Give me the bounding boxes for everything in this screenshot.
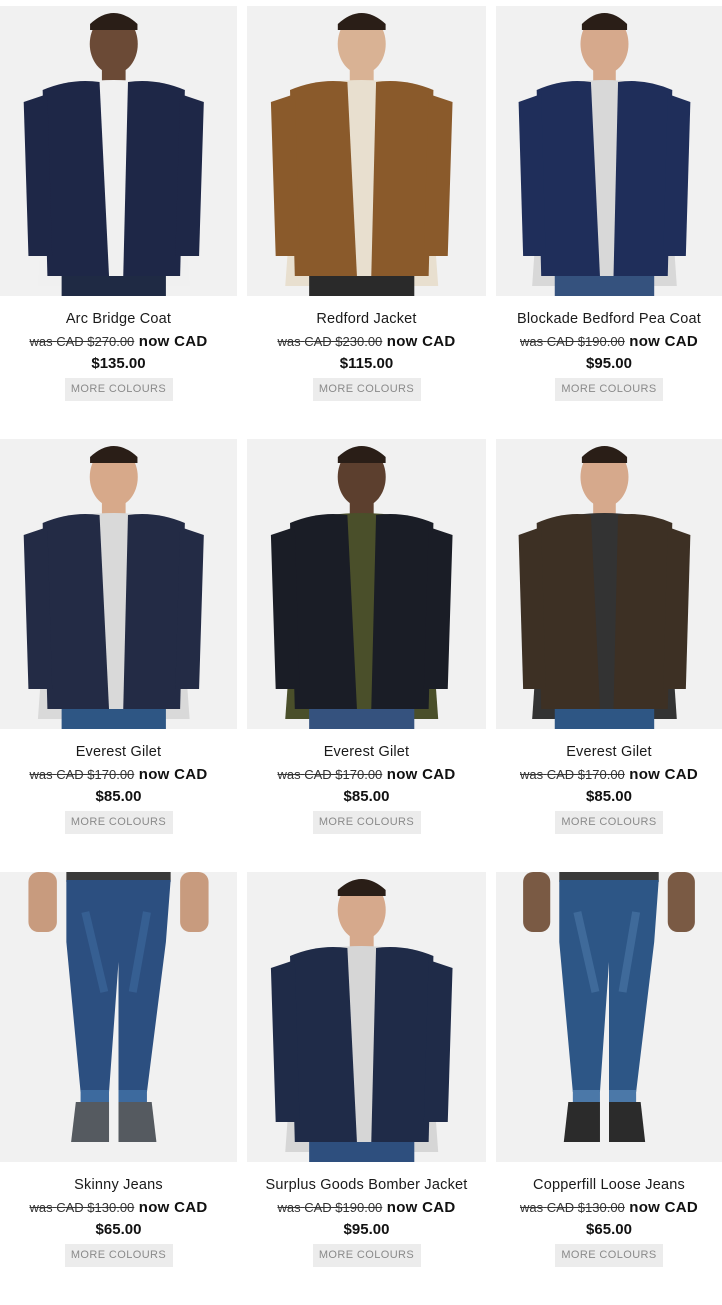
was-label: was <box>277 334 301 349</box>
now-label: now CAD <box>138 333 208 350</box>
sale-price: $95.00 <box>343 1221 390 1238</box>
was-price-value: CAD $190.00 <box>304 1200 383 1215</box>
was-price: was CAD $170.00 <box>29 767 134 782</box>
was-price: was CAD $130.00 <box>520 1200 625 1215</box>
was-price-value: CAD $170.00 <box>304 767 383 782</box>
price-line: was CAD $230.00 now CAD <box>247 333 486 351</box>
was-label: was <box>277 1200 301 1215</box>
was-label: was <box>277 767 301 782</box>
now-label: now CAD <box>386 333 456 350</box>
black-gilet-photo[interactable] <box>247 439 486 729</box>
more-colours-button[interactable]: MORE COLOURS <box>64 811 173 834</box>
product-card[interactable]: Everest Gilet was CAD $170.00 now CAD $8… <box>247 439 486 872</box>
now-label: now CAD <box>386 766 456 783</box>
product-name[interactable]: Copperfill Loose Jeans <box>496 1176 722 1194</box>
product-card[interactable]: Everest Gilet was CAD $170.00 now CAD $8… <box>496 439 722 872</box>
was-price-value: CAD $270.00 <box>56 334 135 349</box>
product-name[interactable]: Blockade Bedford Pea Coat <box>496 310 722 328</box>
was-price: was CAD $190.00 <box>520 334 625 349</box>
tan-quilted-jacket-photo[interactable] <box>247 6 486 296</box>
product-name[interactable]: Skinny Jeans <box>0 1176 237 1194</box>
was-price-value: CAD $190.00 <box>546 334 625 349</box>
was-price: was CAD $230.00 <box>277 334 382 349</box>
was-price-value: CAD $130.00 <box>546 1200 625 1215</box>
was-price: was CAD $270.00 <box>29 334 134 349</box>
was-price: was CAD $130.00 <box>29 1200 134 1215</box>
sale-price: $85.00 <box>95 788 142 805</box>
product-card[interactable]: Skinny Jeans was CAD $130.00 now CAD $65… <box>0 872 237 1305</box>
sale-price: $135.00 <box>91 355 146 372</box>
product-name[interactable]: Redford Jacket <box>247 310 486 328</box>
distressed-jeans-photo[interactable] <box>496 872 722 1162</box>
price-line: was CAD $170.00 now CAD <box>0 766 237 784</box>
sale-price: $85.00 <box>586 788 632 805</box>
was-label: was <box>29 334 53 349</box>
was-price-value: CAD $170.00 <box>546 767 625 782</box>
was-price-value: CAD $130.00 <box>56 1200 135 1215</box>
more-colours-button[interactable]: MORE COLOURS <box>64 1244 173 1267</box>
now-label: now CAD <box>629 766 699 783</box>
product-card[interactable]: Copperfill Loose Jeans was CAD $130.00 n… <box>496 872 722 1305</box>
now-label: now CAD <box>138 766 208 783</box>
was-label: was <box>29 1200 53 1215</box>
was-label: was <box>519 767 544 782</box>
product-card[interactable]: Arc Bridge Coat was CAD $270.00 now CAD … <box>0 6 237 439</box>
product-card[interactable]: Blockade Bedford Pea Coat was CAD $190.0… <box>496 6 722 439</box>
navy-bomber-jacket-photo[interactable] <box>247 872 486 1162</box>
product-card[interactable]: Redford Jacket was CAD $230.00 now CAD $… <box>247 6 486 439</box>
navy-peacoat-photo[interactable] <box>0 6 237 296</box>
was-label: was <box>29 767 53 782</box>
now-label: now CAD <box>138 1199 208 1216</box>
price-line: was CAD $130.00 now CAD <box>0 1199 237 1217</box>
was-label: was <box>519 1200 544 1215</box>
navy-gilet-photo[interactable] <box>0 439 237 729</box>
now-label: now CAD <box>629 333 699 350</box>
now-label: now CAD <box>386 1199 456 1216</box>
was-label: was <box>519 334 544 349</box>
product-name[interactable]: Arc Bridge Coat <box>0 310 237 328</box>
more-colours-button[interactable]: MORE COLOURS <box>312 811 421 834</box>
product-grid: Arc Bridge Coat was CAD $270.00 now CAD … <box>0 6 722 1305</box>
product-name[interactable]: Surplus Goods Bomber Jacket <box>247 1176 486 1194</box>
blue-jeans-photo[interactable] <box>0 872 237 1162</box>
price-line: was CAD $190.00 now CAD <box>247 1199 486 1217</box>
sale-price: $95.00 <box>586 355 632 372</box>
price-line: was CAD $130.00 now CAD <box>496 1199 722 1217</box>
more-colours-button[interactable]: MORE COLOURS <box>555 811 663 834</box>
more-colours-button[interactable]: MORE COLOURS <box>312 1244 421 1267</box>
more-colours-button[interactable]: MORE COLOURS <box>555 378 663 401</box>
price-line: was CAD $190.00 now CAD <box>496 333 722 351</box>
price-line: was CAD $170.00 now CAD <box>496 766 722 784</box>
more-colours-button[interactable]: MORE COLOURS <box>555 1244 663 1267</box>
product-name[interactable]: Everest Gilet <box>496 743 722 761</box>
brown-gilet-photo[interactable] <box>496 439 722 729</box>
navy-pea-coat-photo[interactable] <box>496 6 722 296</box>
was-price: was CAD $170.00 <box>277 767 382 782</box>
sale-price: $85.00 <box>343 788 390 805</box>
more-colours-button[interactable]: MORE COLOURS <box>64 378 173 401</box>
product-name[interactable]: Everest Gilet <box>247 743 486 761</box>
was-price-value: CAD $230.00 <box>304 334 383 349</box>
product-name[interactable]: Everest Gilet <box>0 743 237 761</box>
price-line: was CAD $270.00 now CAD <box>0 333 237 351</box>
now-label: now CAD <box>629 1199 699 1216</box>
was-price-value: CAD $170.00 <box>56 767 135 782</box>
sale-price: $65.00 <box>95 1221 142 1238</box>
product-card[interactable]: Everest Gilet was CAD $170.00 now CAD $8… <box>0 439 237 872</box>
sale-price: $65.00 <box>586 1221 632 1238</box>
was-price: was CAD $190.00 <box>277 1200 382 1215</box>
sale-price: $115.00 <box>339 355 394 372</box>
product-card[interactable]: Surplus Goods Bomber Jacket was CAD $190… <box>247 872 486 1305</box>
was-price: was CAD $170.00 <box>520 767 625 782</box>
more-colours-button[interactable]: MORE COLOURS <box>312 378 421 401</box>
price-line: was CAD $170.00 now CAD <box>247 766 486 784</box>
